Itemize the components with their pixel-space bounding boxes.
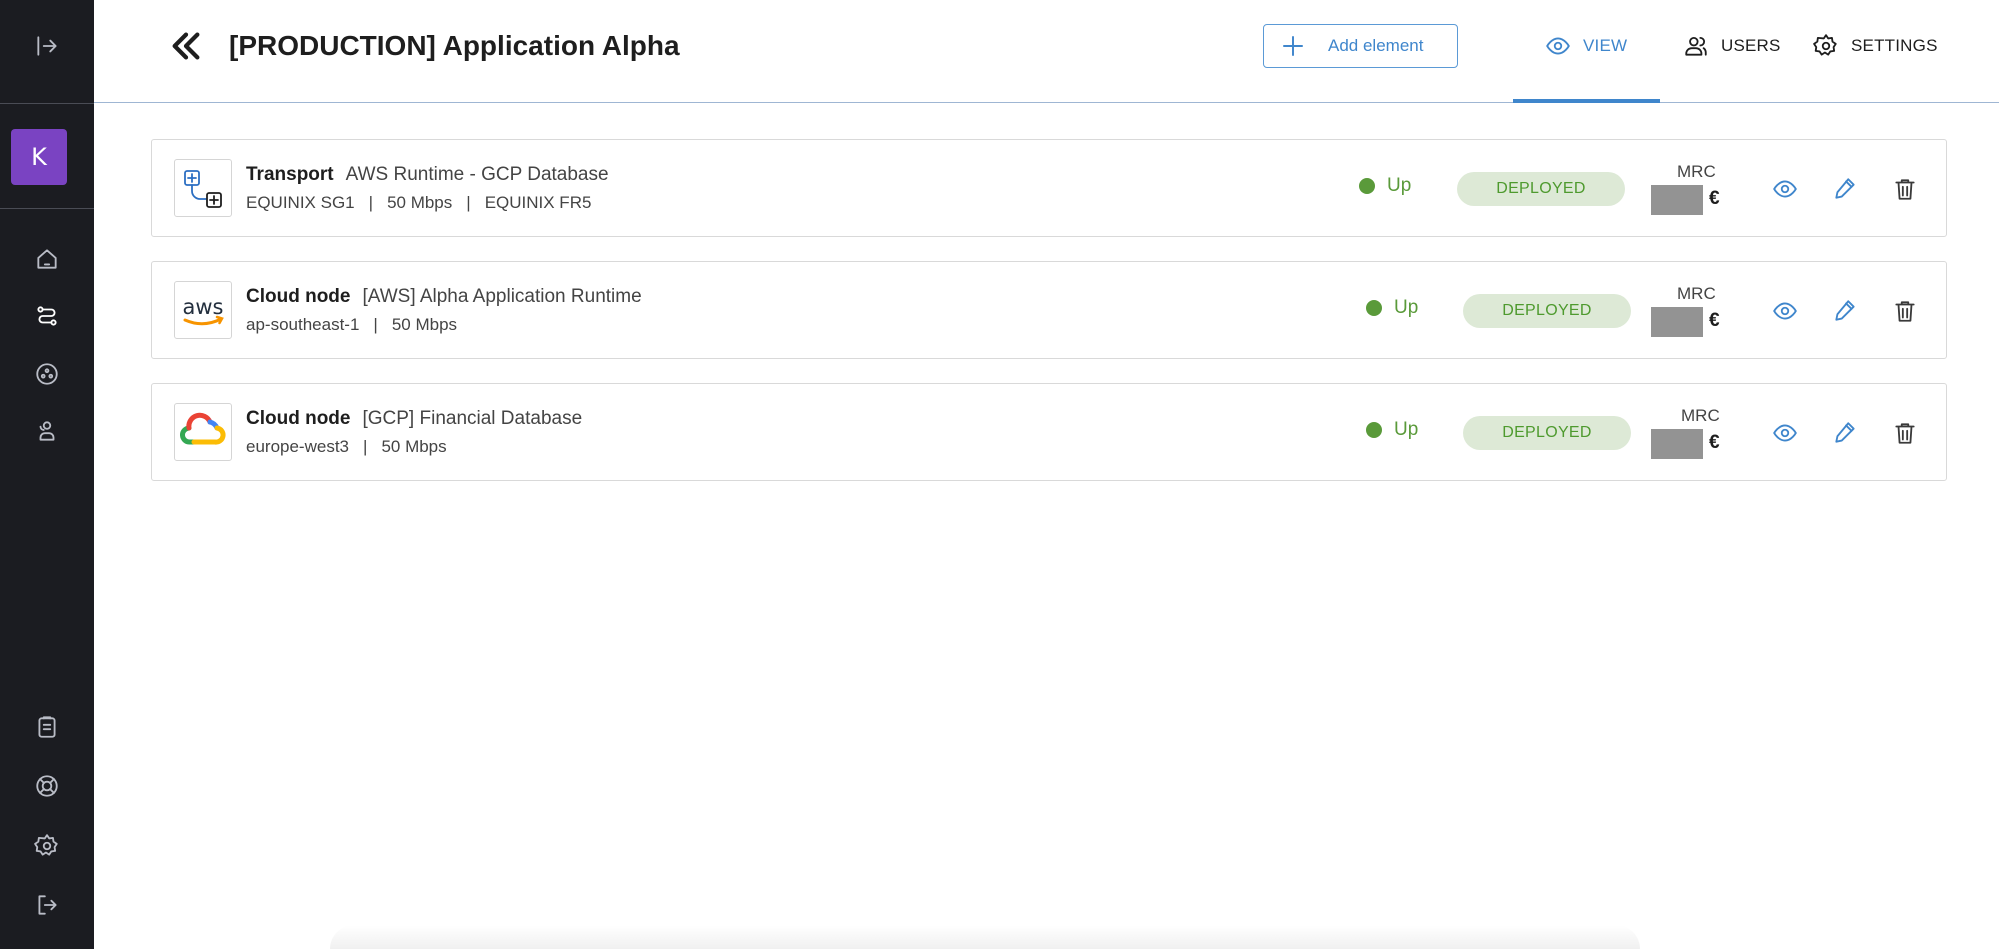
cloud-icon xyxy=(36,363,58,385)
eye-icon xyxy=(1773,424,1797,442)
edit-button[interactable] xyxy=(1829,295,1861,327)
mrc-value-redacted xyxy=(1651,429,1703,459)
status-indicator: Up xyxy=(1359,175,1411,197)
edit-button[interactable] xyxy=(1829,173,1861,205)
sidebar-item-settings[interactable] xyxy=(0,826,94,866)
status-badge: DEPLOYED xyxy=(1457,172,1625,206)
active-tab-indicator xyxy=(1513,99,1660,103)
tab-users[interactable]: USERS xyxy=(1683,24,1781,68)
trash-icon xyxy=(1895,301,1915,322)
status-dot xyxy=(1366,300,1382,316)
tab-settings-label: SETTINGS xyxy=(1851,36,1938,55)
bottom-panel-shadow xyxy=(330,925,1640,949)
sidebar-item-users[interactable] xyxy=(0,411,94,451)
element-detail: 50 Mbps xyxy=(381,437,447,456)
element-detail: 50 Mbps xyxy=(391,315,458,334)
page-header: [PRODUCTION] Application Alpha Add eleme… xyxy=(94,0,1999,103)
svg-text:aws: aws xyxy=(183,295,224,319)
support-icon xyxy=(36,775,58,797)
mrc-currency: € xyxy=(1709,188,1720,209)
view-button[interactable] xyxy=(1769,295,1801,327)
plus-icon xyxy=(1283,36,1303,56)
sidebar-item-cloud[interactable] xyxy=(0,354,94,394)
list-item[interactable]: aws Cloud node [AWS] Alpha Application Ru… xyxy=(151,261,1947,359)
status-indicator: Up xyxy=(1366,297,1418,319)
element-detail: europe-west3 xyxy=(246,437,350,456)
view-button[interactable] xyxy=(1769,417,1801,449)
gear-icon xyxy=(1813,34,1837,56)
page-title: [PRODUCTION] Application Alpha xyxy=(229,30,680,61)
element-detail: EQUINIX SG1 xyxy=(246,193,355,212)
list-item[interactable]: Transport AWS Runtime - GCP Database EQUI… xyxy=(151,139,1947,237)
add-element-button[interactable]: Add element xyxy=(1263,24,1458,68)
tab-view-label: VIEW xyxy=(1583,36,1628,55)
status-indicator: Up xyxy=(1366,419,1418,441)
element-detail: EQUINIX FR5 xyxy=(484,193,592,212)
avatar[interactable]: K xyxy=(11,129,67,185)
users-icon xyxy=(1685,36,1707,56)
tab-view[interactable]: VIEW xyxy=(1545,24,1627,68)
status-dot xyxy=(1359,178,1375,194)
eye-icon xyxy=(1773,302,1797,320)
view-button[interactable] xyxy=(1769,173,1801,205)
sidebar-divider xyxy=(0,208,94,209)
sidebar-item-connections[interactable] xyxy=(0,296,94,336)
trash-icon xyxy=(1895,423,1915,444)
list-item[interactable]: Cloud node [GCP] Financial Database europ… xyxy=(151,383,1947,481)
trash-icon xyxy=(1895,179,1915,200)
eye-icon xyxy=(1546,37,1570,55)
status-badge: DEPLOYED xyxy=(1463,294,1631,328)
pencil-icon xyxy=(1835,178,1855,199)
mrc-currency: € xyxy=(1709,310,1720,331)
element-name: AWS Runtime - GCP Database xyxy=(345,164,609,185)
users-icon xyxy=(39,421,55,441)
element-kind: Cloud node xyxy=(246,408,351,429)
mrc-currency: € xyxy=(1709,432,1720,453)
gcp-logo xyxy=(174,403,232,461)
logout-icon xyxy=(38,895,57,915)
edit-button[interactable] xyxy=(1829,417,1861,449)
mrc-label: MRC xyxy=(1681,406,1720,425)
sidebar: K xyxy=(0,0,94,949)
sidebar-item-clipboard[interactable] xyxy=(0,707,94,747)
transport-icon xyxy=(174,159,232,217)
element-name: [GCP] Financial Database xyxy=(362,408,583,429)
settings-icon xyxy=(34,834,58,856)
delete-button[interactable] xyxy=(1889,417,1921,449)
tab-users-label: USERS xyxy=(1721,36,1781,55)
pencil-icon xyxy=(1835,300,1855,321)
sidebar-item-support[interactable] xyxy=(0,766,94,806)
tab-settings[interactable]: SETTINGS xyxy=(1813,24,1938,68)
status-text: Up xyxy=(1387,175,1412,196)
eye-icon xyxy=(1773,180,1797,198)
delete-button[interactable] xyxy=(1889,295,1921,327)
sidebar-item-home[interactable] xyxy=(0,239,94,279)
expand-icon xyxy=(37,36,57,56)
clipboard-icon xyxy=(38,716,56,738)
back-button[interactable] xyxy=(166,26,206,66)
element-detail: ap-southeast-1 xyxy=(246,315,360,334)
mrc-label: MRC xyxy=(1677,162,1716,181)
add-element-label: Add element xyxy=(1328,36,1424,55)
status-dot xyxy=(1366,422,1382,438)
connections-icon xyxy=(37,306,57,326)
element-kind: Transport xyxy=(246,164,334,185)
mrc-value-redacted xyxy=(1651,307,1703,337)
sidebar-divider xyxy=(0,103,94,104)
double-chevron-left-icon xyxy=(172,32,200,60)
mrc-label: MRC xyxy=(1677,284,1716,303)
aws-logo: aws xyxy=(174,281,232,339)
element-name: [AWS] Alpha Application Runtime xyxy=(362,286,642,307)
home-icon xyxy=(37,249,57,269)
element-detail: 50 Mbps xyxy=(387,193,453,212)
status-text: Up xyxy=(1394,419,1419,440)
status-badge: DEPLOYED xyxy=(1463,416,1631,450)
pencil-icon xyxy=(1835,422,1855,443)
mrc-value-redacted xyxy=(1651,185,1703,215)
element-kind: Cloud node xyxy=(246,286,351,307)
delete-button[interactable] xyxy=(1889,173,1921,205)
status-text: Up xyxy=(1394,297,1419,318)
sidebar-item-logout[interactable] xyxy=(0,885,94,925)
expand-sidebar-button[interactable] xyxy=(0,26,94,66)
